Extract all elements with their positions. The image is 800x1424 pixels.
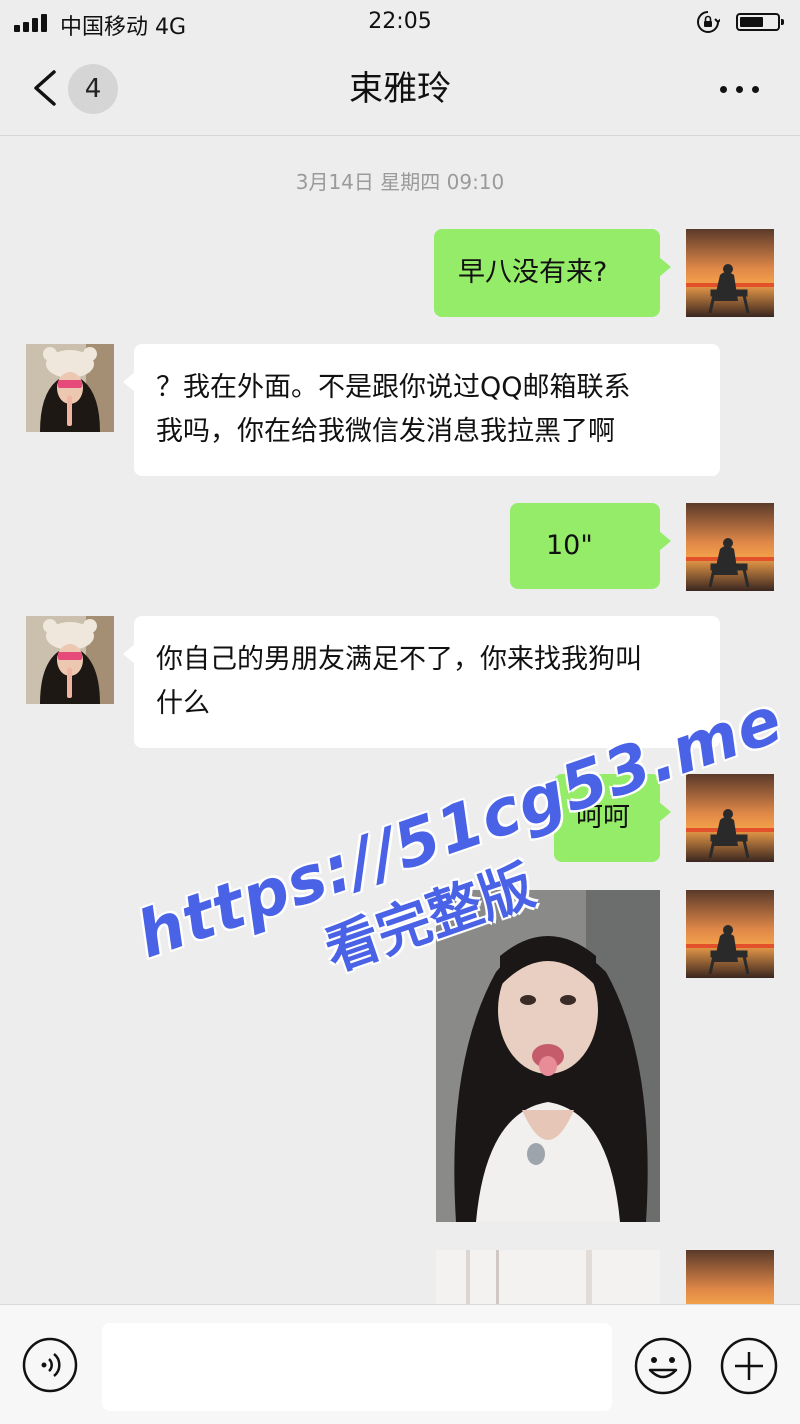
status-time: 22:05: [368, 9, 432, 34]
message-bubble-received[interactable]: ？我在外面。不是跟你说过QQ邮箱联系 我吗，你在给我微信发消息我拉黑了啊: [123, 344, 720, 476]
plus-icon[interactable]: [720, 1337, 778, 1395]
contact-avatar[interactable]: [26, 344, 114, 432]
message-text-line: 我吗，你在给我微信发消息我拉黑了啊: [156, 416, 615, 447]
chat-title: 束雅玲: [349, 69, 451, 109]
my-avatar[interactable]: [686, 229, 774, 317]
contact-avatar[interactable]: [26, 616, 114, 704]
message-text: 10": [546, 530, 593, 561]
message-bubble-received[interactable]: 你自己的男朋友满足不了，你来找我狗叫 什么: [123, 616, 720, 748]
my-avatar[interactable]: [686, 774, 774, 862]
chat-input-bar: [0, 1304, 800, 1424]
message-input[interactable]: [102, 1323, 612, 1411]
my-avatar[interactable]: [686, 890, 774, 978]
more-dots-icon[interactable]: [716, 76, 764, 100]
message-bubble-sent[interactable]: 呵呵: [554, 774, 671, 862]
image-message[interactable]: [436, 890, 660, 1222]
message-text-line: 你自己的男朋友满足不了，你来找我狗叫: [156, 644, 642, 675]
image-message[interactable]: [436, 1250, 660, 1304]
status-bar: 中国移动 4G 22:05: [0, 0, 800, 44]
emoji-icon[interactable]: [634, 1337, 692, 1395]
my-avatar[interactable]: [686, 1250, 774, 1304]
voice-icon[interactable]: [22, 1337, 78, 1393]
battery-icon: [736, 13, 784, 31]
chat-header: 4 束雅玲: [0, 44, 800, 136]
chat-timestamp: 3月14日 星期四 09:10: [295, 170, 505, 194]
my-avatar[interactable]: [686, 503, 774, 591]
message-text-line: ？我在外面。不是跟你说过QQ邮箱联系: [156, 372, 631, 403]
message-text-line: 什么: [156, 688, 210, 719]
message-text: 早八没有来?: [458, 257, 608, 288]
rotation-lock-icon: [697, 11, 720, 33]
message-text: 呵呵: [576, 802, 630, 833]
message-bubble-sent[interactable]: 10": [510, 503, 671, 589]
message-bubble-sent[interactable]: 早八没有来?: [434, 229, 671, 317]
